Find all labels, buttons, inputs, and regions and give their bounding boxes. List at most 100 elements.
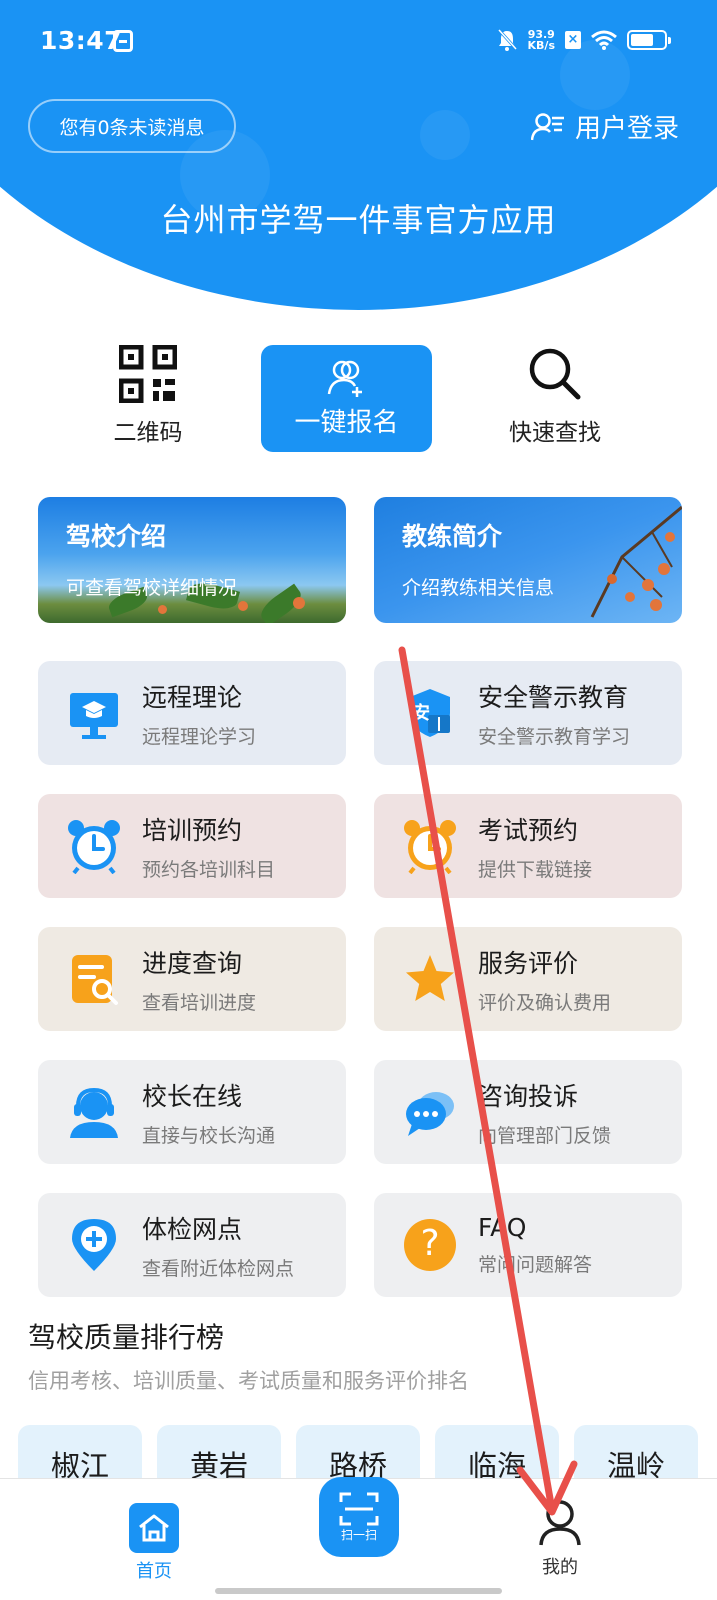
question-icon: ? bbox=[402, 1217, 458, 1273]
scan-label: 扫一扫 bbox=[340, 1527, 377, 1542]
status-bar: 13:47 93.9 KB/s × bbox=[0, 0, 717, 84]
headset-person-icon bbox=[66, 1084, 122, 1140]
card-text: 安全警示教育 安全警示教育学习 bbox=[478, 678, 630, 749]
ranking-title: 驾校质量排行榜 bbox=[28, 1321, 225, 1354]
alarm-clock-icon bbox=[66, 818, 122, 875]
qrcode-icon bbox=[119, 345, 177, 403]
service-exam-booking[interactable]: 考试预约 提供下载链接 bbox=[374, 794, 682, 898]
card-title: 校长在线 bbox=[142, 1081, 243, 1111]
banner-text: 驾校介绍 可查看驾校详细情况 bbox=[66, 517, 346, 600]
quick-actions: 二维码 一键报名 快速查找 bbox=[0, 345, 717, 455]
quick-search-label: 快速查找 bbox=[509, 420, 601, 446]
card-subtitle: 提供下载链接 bbox=[478, 858, 593, 881]
card-subtitle: 查看培训进度 bbox=[142, 991, 257, 1014]
add-user-icon bbox=[327, 360, 362, 397]
card-title: 远程理论 bbox=[142, 682, 243, 712]
decorative-bubble bbox=[420, 110, 470, 160]
card-subtitle: 安全警示教育学习 bbox=[478, 725, 631, 748]
banner-title: 教练简介 bbox=[402, 522, 503, 551]
status-right-group: 93.9 KB/s × bbox=[496, 28, 671, 52]
card-title: 咨询投诉 bbox=[478, 1081, 579, 1111]
net-speed: 93.9 KB/s bbox=[528, 29, 555, 51]
service-rating[interactable]: 服务评价 评价及确认费用 bbox=[374, 927, 682, 1031]
bottom-nav: 首页 扫一扫 我的 bbox=[0, 1477, 717, 1600]
banner-subtitle: 可查看驾校详细情况 bbox=[66, 577, 238, 599]
nav-mine-label: 我的 bbox=[542, 1557, 578, 1578]
star-icon bbox=[402, 951, 458, 1007]
card-title: 体检网点 bbox=[142, 1214, 243, 1244]
card-subtitle: 评价及确认费用 bbox=[478, 991, 612, 1014]
card-text: 远程理论 远程理论学习 bbox=[142, 678, 256, 749]
nav-home[interactable]: 首页 bbox=[124, 1503, 184, 1583]
banner-text: 教练简介 介绍教练相关信息 bbox=[402, 517, 682, 600]
unread-messages-button[interactable]: 您有0条未读消息 bbox=[28, 99, 236, 153]
card-subtitle: 远程理论学习 bbox=[142, 725, 257, 748]
user-login-button[interactable]: 用户登录 bbox=[530, 108, 679, 145]
service-progress-query[interactable]: 进度查询 查看培训进度 bbox=[38, 927, 346, 1031]
home-icon bbox=[129, 1503, 179, 1553]
service-safety-education[interactable]: 安 安全警示教育 安全警示教育学习 bbox=[374, 661, 682, 765]
one-click-signup-label: 一键报名 bbox=[294, 408, 399, 438]
card-title: FAQ bbox=[478, 1213, 527, 1242]
service-principal-online[interactable]: 校长在线 直接与校长沟通 bbox=[38, 1060, 346, 1164]
coach-intro-banner[interactable]: 教练简介 介绍教练相关信息 bbox=[374, 497, 682, 623]
card-text: 考试预约 提供下载链接 bbox=[478, 811, 592, 882]
nav-mine[interactable]: 我的 bbox=[530, 1499, 590, 1579]
ranking-subtitle: 信用考核、培训质量、考试质量和服务评价排名 bbox=[28, 1369, 469, 1393]
status-time: 13:47 bbox=[40, 26, 123, 55]
card-subtitle: 查看附近体检网点 bbox=[142, 1257, 295, 1280]
search-icon bbox=[529, 348, 581, 400]
card-text: 体检网点 查看附近体检网点 bbox=[142, 1210, 294, 1281]
quick-search-button[interactable]: 快速查找 bbox=[495, 345, 615, 447]
card-title: 培训预约 bbox=[142, 815, 243, 845]
service-remote-theory[interactable]: 远程理论 远程理论学习 bbox=[38, 661, 346, 765]
qrcode-label: 二维码 bbox=[113, 420, 183, 446]
card-title: 考试预约 bbox=[478, 815, 579, 845]
card-text: 进度查询 查看培训进度 bbox=[142, 944, 256, 1015]
card-text: 校长在线 直接与校长沟通 bbox=[142, 1077, 275, 1148]
safety-shield-icon: 安 bbox=[402, 685, 458, 741]
scan-icon bbox=[339, 1492, 379, 1525]
no-sim-icon: × bbox=[565, 31, 581, 49]
qrcode-button[interactable]: 二维码 bbox=[98, 345, 198, 447]
card-text: 培训预约 预约各培训科目 bbox=[142, 811, 275, 882]
card-text: FAQ 常问问题解答 bbox=[478, 1213, 592, 1277]
card-subtitle: 预约各培训科目 bbox=[142, 858, 276, 881]
card-subtitle: 向管理部门反馈 bbox=[478, 1124, 612, 1147]
header: 13:47 93.9 KB/s × 您有0条未读消息 用户登录 台州市学驾一件事… bbox=[0, 0, 717, 310]
scan-button[interactable]: 扫一扫 bbox=[319, 1477, 399, 1557]
card-text: 咨询投诉 向管理部门反馈 bbox=[478, 1077, 611, 1148]
card-subtitle: 常问问题解答 bbox=[478, 1254, 593, 1276]
safety-shield-text: 安 bbox=[412, 703, 430, 724]
user-login-label: 用户登录 bbox=[574, 114, 679, 144]
service-training-booking[interactable]: 培训预约 预约各培训科目 bbox=[38, 794, 346, 898]
service-complaint[interactable]: 咨询投诉 向管理部门反馈 bbox=[374, 1060, 682, 1164]
card-title: 服务评价 bbox=[478, 948, 579, 978]
location-plus-icon bbox=[66, 1217, 122, 1273]
wifi-icon bbox=[591, 30, 617, 50]
service-health-check[interactable]: 体检网点 查看附近体检网点 bbox=[38, 1193, 346, 1297]
alarm-clock-orange-icon bbox=[402, 818, 458, 875]
chat-bubble-icon bbox=[402, 1084, 458, 1140]
progress-search-icon bbox=[66, 951, 122, 1007]
remote-theory-icon bbox=[66, 685, 122, 741]
card-title: 安全警示教育 bbox=[478, 682, 629, 712]
one-click-signup-button[interactable]: 一键报名 bbox=[261, 345, 432, 452]
card-title: 进度查询 bbox=[142, 948, 243, 978]
service-faq[interactable]: ? FAQ 常问问题解答 bbox=[374, 1193, 682, 1297]
user-profile-icon bbox=[539, 1500, 581, 1546]
banner-title: 驾校介绍 bbox=[66, 522, 167, 551]
flower-decoration bbox=[158, 605, 167, 614]
app-title: 台州市学驾一件事官方应用 bbox=[160, 201, 557, 239]
card-text: 服务评价 评价及确认费用 bbox=[478, 944, 611, 1015]
notification-app-icon bbox=[113, 30, 133, 52]
driving-school-intro-banner[interactable]: 驾校介绍 可查看驾校详细情况 bbox=[38, 497, 346, 623]
mute-bell-icon bbox=[497, 28, 517, 51]
nav-home-label: 首页 bbox=[136, 1561, 172, 1582]
flower-decoration bbox=[238, 601, 248, 611]
net-speed-unit: KB/s bbox=[527, 39, 555, 52]
home-indicator bbox=[215, 1588, 502, 1594]
battery-icon bbox=[627, 30, 671, 50]
card-subtitle: 直接与校长沟通 bbox=[142, 1124, 276, 1147]
question-mark: ? bbox=[420, 1223, 440, 1264]
